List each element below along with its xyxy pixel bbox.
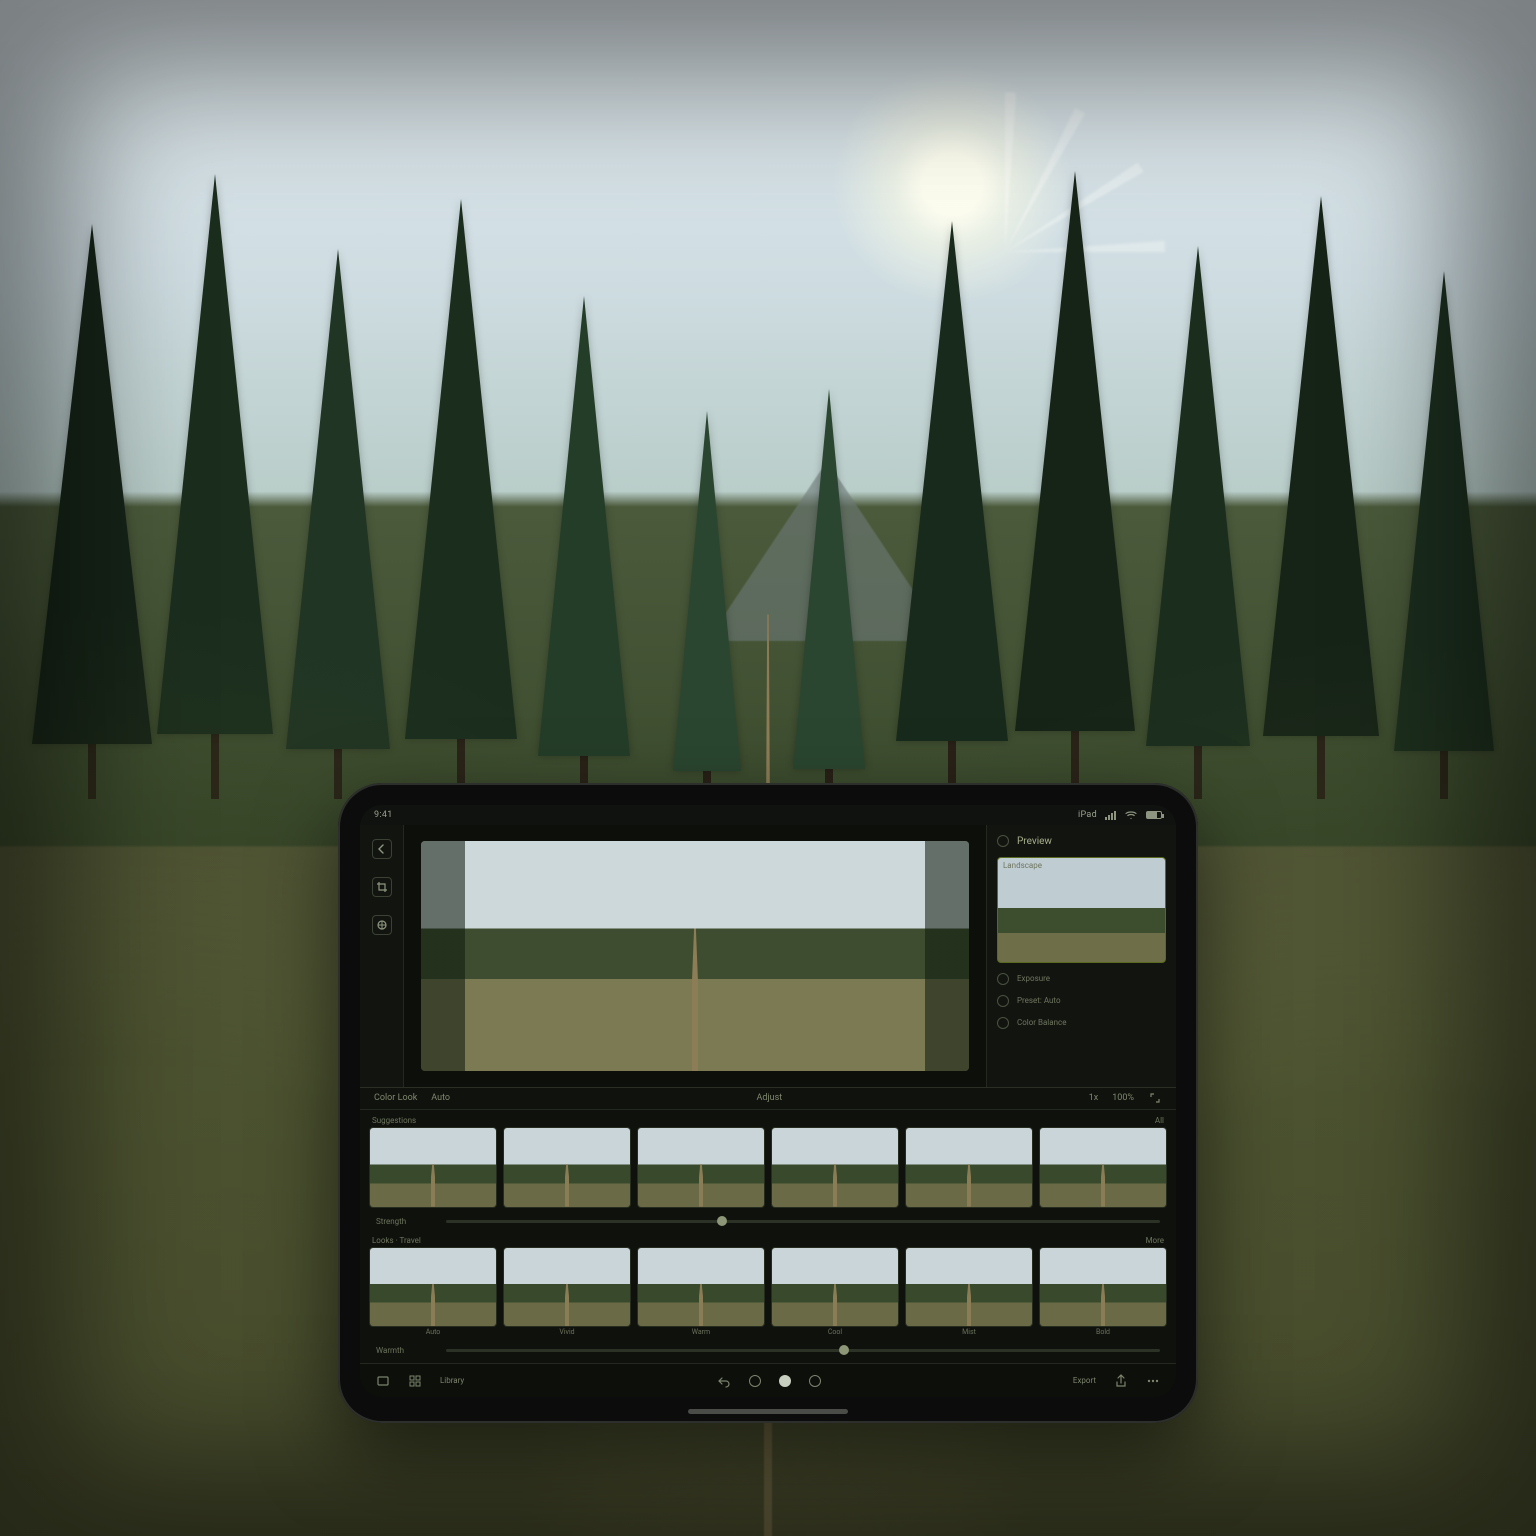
crop-icon[interactable] <box>372 877 392 897</box>
thumb[interactable] <box>772 1128 898 1207</box>
filmstrip-row-2: Looks · Travel More Auto Vivid Warm Cool… <box>370 1236 1166 1337</box>
infostrip-label-look[interactable]: Color Look <box>374 1093 417 1103</box>
thumb[interactable] <box>638 1248 764 1327</box>
strip2-title: Looks · Travel <box>372 1236 421 1245</box>
slider-handle[interactable] <box>717 1216 727 1226</box>
library-icon[interactable] <box>376 1374 390 1388</box>
slider-strength[interactable]: Strength <box>370 1213 1166 1230</box>
thumb-label: Mist <box>906 1328 1032 1336</box>
dock-right-hint: Export <box>1073 1376 1096 1385</box>
thumb[interactable] <box>638 1128 764 1207</box>
preset-label: Preset: Auto <box>1017 996 1061 1005</box>
inspector-panel: Preview Landscape Exposure Preset: Auto <box>986 825 1176 1087</box>
left-tool-rail <box>360 825 404 1087</box>
thumb[interactable] <box>504 1248 630 1327</box>
infostrip-center: Adjust <box>757 1093 783 1103</box>
inspector-row-color[interactable]: Color Balance <box>997 1017 1166 1029</box>
info-strip: Color Look Auto Adjust 1x 100% <box>360 1088 1176 1110</box>
strip1-title: Suggestions <box>372 1116 416 1125</box>
filmstrip-area: Suggestions All Strength <box>360 1110 1176 1364</box>
share-icon[interactable] <box>1114 1374 1128 1388</box>
strip1-more[interactable]: All <box>1155 1116 1164 1125</box>
infostrip-label-auto[interactable]: Auto <box>431 1093 450 1103</box>
dock-left-hint: Library <box>440 1376 464 1385</box>
thumb[interactable] <box>906 1128 1032 1207</box>
app-screen: 9:41 iPad <box>360 805 1176 1397</box>
preview-canvas[interactable] <box>404 825 986 1087</box>
slider-warmth-label: Warmth <box>376 1346 436 1355</box>
preset-badge: Landscape <box>1003 861 1042 870</box>
strip2-more[interactable]: More <box>1146 1236 1164 1245</box>
slider-warmth[interactable]: Warmth <box>370 1342 1166 1359</box>
exposure-icon <box>997 973 1009 985</box>
editor-area: Preview Landscape Exposure Preset: Auto <box>360 825 1176 1088</box>
dock-page-dot-3[interactable] <box>809 1375 821 1387</box>
status-time: 9:41 <box>374 810 393 820</box>
inspector-row-preset[interactable]: Preset: Auto <box>997 995 1166 1007</box>
thumb-label: Auto <box>370 1328 496 1336</box>
home-indicator[interactable] <box>688 1409 848 1414</box>
infostrip-zoom-1x[interactable]: 1x <box>1089 1093 1099 1103</box>
strip1-thumbs <box>370 1128 1166 1207</box>
thumb[interactable] <box>772 1248 898 1327</box>
color-icon <box>997 1017 1009 1029</box>
status-carrier: iPad <box>1078 810 1097 820</box>
wifi-icon <box>1124 808 1138 822</box>
thumb[interactable] <box>906 1248 1032 1327</box>
thumb[interactable] <box>370 1248 496 1327</box>
preset-icon <box>997 995 1009 1007</box>
dock-page-dot-1[interactable] <box>749 1375 761 1387</box>
signal-icon <box>1105 811 1116 820</box>
preview-toggle-icon[interactable] <box>997 835 1009 847</box>
strip2-thumbs: Auto Vivid Warm Cool Mist Bold <box>370 1248 1166 1337</box>
thumb[interactable] <box>1040 1248 1166 1327</box>
expand-icon[interactable] <box>1148 1091 1162 1105</box>
inspector-title: Preview <box>1017 836 1052 847</box>
more-icon[interactable] <box>1146 1374 1160 1388</box>
thumb-label: Cool <box>772 1328 898 1336</box>
slider-warmth-track[interactable] <box>446 1349 1160 1352</box>
thumb[interactable] <box>1040 1128 1166 1207</box>
adjust-icon[interactable] <box>372 915 392 935</box>
thumb[interactable] <box>370 1128 496 1207</box>
dock-page-dot-2-active[interactable] <box>779 1375 791 1387</box>
thumb-label: Warm <box>638 1328 764 1336</box>
thumb-label: Vivid <box>504 1328 630 1336</box>
grid-icon[interactable] <box>408 1374 422 1388</box>
inspector-row-exposure[interactable]: Exposure <box>997 973 1166 985</box>
infostrip-zoom-pct[interactable]: 100% <box>1112 1093 1134 1103</box>
filmstrip-row-1: Suggestions All <box>370 1116 1166 1207</box>
scene-background: (function(){ const host=document.current… <box>0 0 1536 1536</box>
thumb[interactable] <box>504 1128 630 1207</box>
back-icon[interactable] <box>372 839 392 859</box>
preview-photo <box>421 841 968 1071</box>
inspector-thumbnail[interactable] <box>997 857 1166 963</box>
slider-handle[interactable] <box>839 1345 849 1355</box>
tablet-device: 9:41 iPad <box>338 783 1198 1423</box>
slider-strength-label: Strength <box>376 1217 436 1226</box>
battery-icon <box>1146 811 1162 819</box>
inspector-header: Preview <box>997 835 1166 847</box>
exposure-label: Exposure <box>1017 974 1050 983</box>
slider-strength-track[interactable] <box>446 1220 1160 1223</box>
bottom-dock: Library Export <box>360 1363 1176 1397</box>
color-label: Color Balance <box>1017 1018 1066 1027</box>
undo-icon[interactable] <box>717 1374 731 1388</box>
thumb-label: Bold <box>1040 1328 1166 1336</box>
status-bar: 9:41 iPad <box>360 805 1176 825</box>
